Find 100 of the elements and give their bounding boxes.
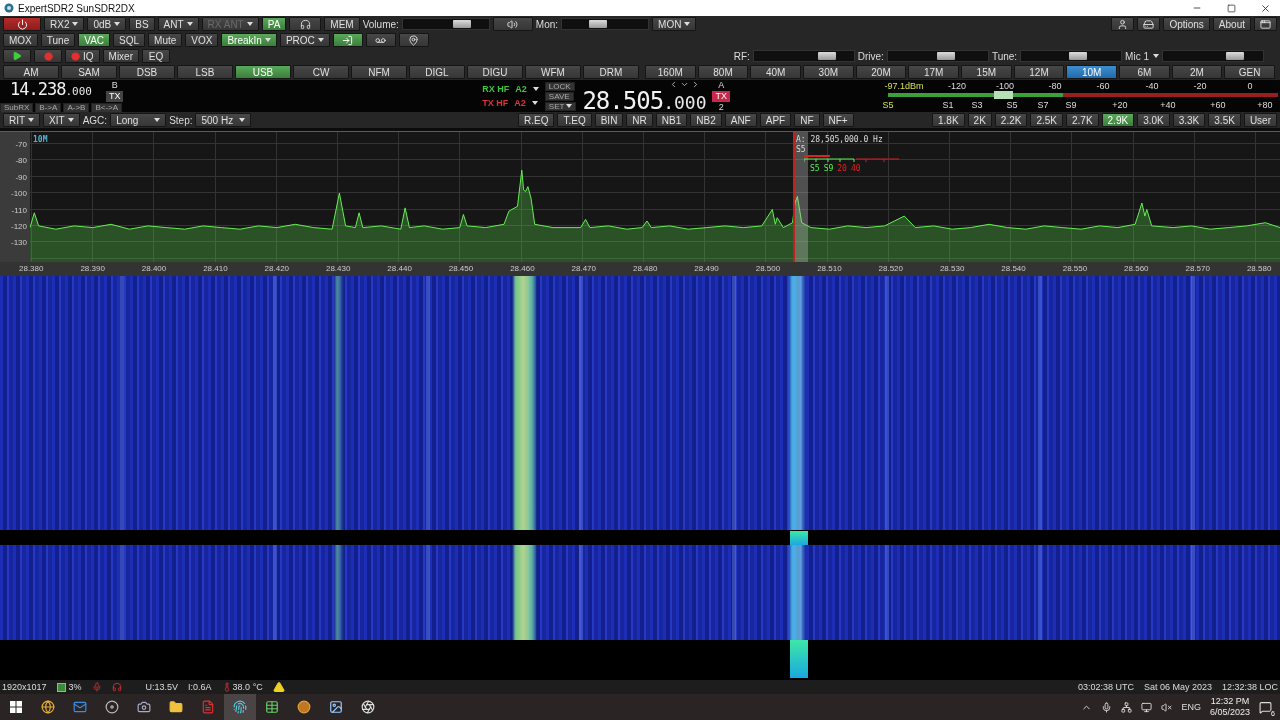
slider-thumb[interactable] [817,52,836,60]
monitor-icon[interactable] [1141,701,1153,713]
filter-button[interactable]: 3.3K [1172,113,1206,127]
toolbar-button[interactable]: Mute [148,33,183,47]
band-tab[interactable]: 160M [645,65,696,79]
mode-tab[interactable]: CW [293,65,349,79]
power-button[interactable] [3,17,41,31]
pin-button[interactable] [398,33,429,47]
play-button[interactable] [3,49,31,63]
slider-thumb[interactable] [1226,52,1245,60]
window-button[interactable] [1254,17,1277,31]
mode-tab[interactable]: SAM [61,65,117,79]
speaker-button[interactable] [492,17,533,31]
toolbar-button[interactable]: IQ [65,49,100,63]
filter-button[interactable]: 2.7K [1066,113,1099,127]
dropdown-button[interactable]: MON [652,17,697,31]
band-tab[interactable]: 30M [803,65,854,79]
select-field[interactable]: Long [110,113,167,127]
drive-button[interactable] [1137,17,1161,31]
mode-tab[interactable]: DRM [583,65,639,79]
filter-button[interactable]: 2.9K [1101,113,1135,127]
level-slider[interactable] [561,18,650,30]
record-button[interactable] [34,49,62,63]
band-tab[interactable]: 6M [1119,65,1170,79]
taskbar-clock[interactable]: 12:32 PM 6/05/2023 [1209,696,1250,718]
filter-button[interactable]: 1.8K [932,113,965,127]
mode-tab[interactable]: DIGL [409,65,465,79]
toolbar-button[interactable]: Tune [40,33,76,47]
mode-tab[interactable]: WFM [525,65,581,79]
dropdown-button[interactable]: ANT [157,17,199,31]
dsp-button[interactable]: NB1 [655,113,688,127]
memory-button[interactable]: SET [544,101,577,111]
dsp-button[interactable]: NF+ [822,113,854,127]
band-tab[interactable]: 10M [1066,65,1117,79]
toolbar-button[interactable]: VOX [185,33,219,47]
band-tab[interactable]: GEN [1224,65,1275,79]
language-indicator[interactable]: ENG [1181,702,1201,712]
filter-button[interactable]: 2.2K [994,113,1028,127]
mode-tab[interactable]: LSB [177,65,233,79]
filter-button[interactable]: 3.0K [1137,113,1170,127]
filter-button[interactable]: 3.5K [1208,113,1241,127]
toolbar-button[interactable]: MOX [3,33,38,47]
memory-button[interactable]: SAVE [544,91,574,101]
level-slider[interactable] [752,50,855,62]
mode-tab[interactable]: DSB [119,65,175,79]
mode-tab[interactable]: DIGU [467,65,523,79]
toolbar-button[interactable]: MEM [324,17,360,31]
muted-speaker-icon[interactable] [1161,701,1173,713]
dsp-button[interactable]: NB2 [690,113,722,127]
level-slider[interactable] [1020,50,1123,62]
toolbar-button[interactable]: SQL [113,33,146,47]
toolbar-button[interactable]: Mixer [102,49,139,63]
spectrum-plot[interactable]: 10M A: 28,505,000.0 Hz S5 S5 S9 20 40 [30,132,1280,262]
dsp-button[interactable]: T.EQ [557,113,592,127]
dsp-button[interactable]: BIN [594,113,624,127]
slider-thumb[interactable] [1069,52,1088,60]
dsp-button[interactable]: R.EQ [518,113,555,127]
filter-button[interactable]: 2K [967,113,992,127]
band-tab[interactable]: 80M [697,65,749,79]
toolbar-button[interactable]: About [1212,17,1251,31]
level-slider[interactable] [401,18,490,30]
band-tab[interactable]: 2M [1171,65,1223,79]
toolbar-button[interactable]: Options [1163,17,1210,31]
vfo-a-frequency[interactable]: 28.505.000 [582,88,707,113]
dropdown-button[interactable]: RIT [3,113,41,127]
toolbar-button[interactable]: PA [261,17,287,31]
band-tab[interactable]: 17M [908,65,959,79]
band-tab[interactable]: 20M [855,65,907,79]
dropdown-button[interactable]: Mic 1 [1125,50,1159,62]
memory-button[interactable]: LOCK [544,81,575,91]
select-field[interactable]: 500 Hz [195,113,252,127]
mic-icon[interactable] [1101,701,1113,713]
vfo-b-frequency[interactable]: 14.238.000 [10,80,92,98]
dsp-button[interactable]: ANF [724,113,757,127]
tape-button[interactable] [365,33,396,47]
band-tab[interactable]: 12M [1013,65,1065,79]
dropdown-button[interactable]: XIT [43,113,80,127]
mode-tab[interactable]: AM [3,65,59,79]
dropdown-button[interactable]: RX2 [44,17,85,31]
return-button[interactable] [332,33,363,47]
band-tab[interactable]: 40M [750,65,801,79]
filter-button[interactable]: 2.5K [1030,113,1063,127]
dropdown-button[interactable]: 0dB [87,17,127,31]
toolbar-button[interactable]: EQ [142,49,170,63]
slider-thumb[interactable] [589,20,608,28]
mode-tab[interactable]: NFM [351,65,407,79]
mode-tab[interactable]: USB [235,65,291,79]
dsp-button[interactable]: APF [759,113,792,127]
toolbar-button[interactable]: VAC [78,33,111,47]
dropdown-button[interactable]: PROC [279,33,330,47]
filter-button[interactable]: User [1243,113,1277,127]
headphones-button[interactable] [289,17,322,31]
slider-thumb[interactable] [453,20,472,28]
user-button[interactable] [1111,17,1135,31]
network-icon[interactable] [1121,701,1133,713]
waterfall-display[interactable] [0,276,1280,680]
dsp-button[interactable]: NR [626,113,653,127]
slider-thumb[interactable] [937,52,956,60]
start-icon[interactable] [10,701,22,713]
dsp-button[interactable]: NF [794,113,820,127]
